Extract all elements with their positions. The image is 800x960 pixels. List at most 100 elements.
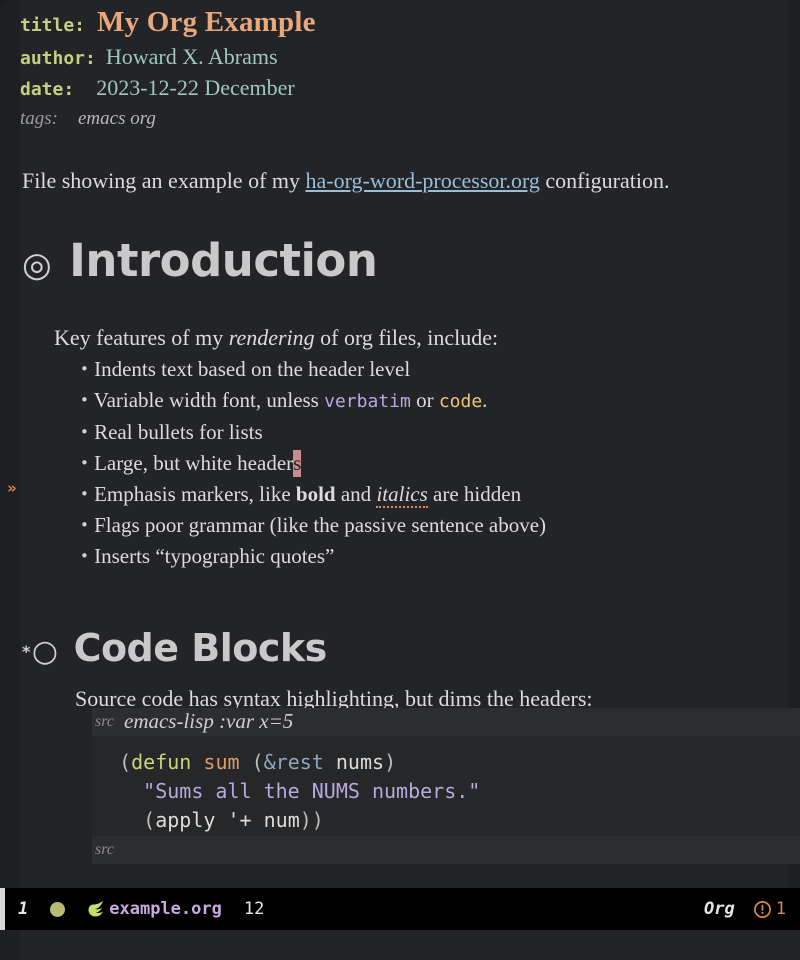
code-token: "Sums all the NUMS numbers." <box>143 779 481 803</box>
src-begin-band: src emacs-lisp :var x=5 <box>92 708 800 736</box>
document-date: 2023-12-22 December <box>96 75 295 100</box>
code-token: defun <box>131 750 192 774</box>
code-token: apply <box>155 808 216 832</box>
lead-italic: rendering <box>228 325 315 350</box>
code-line: "Sums all the NUMS numbers." <box>95 779 480 803</box>
list-bullet-icon: • <box>80 423 89 441</box>
mode-line-position: 1 <box>18 899 29 919</box>
list-item: • Indents text based on the header level <box>80 357 410 382</box>
keyword-key-tags: tags: <box>20 108 58 129</box>
intro-lead-line: Key features of my rendering of org file… <box>54 325 498 351</box>
keyword-key-date: date: <box>20 79 75 100</box>
keyword-line-author: author: Howard X. Abrams <box>20 44 278 70</box>
heading-stars: * <box>22 642 30 661</box>
keyword-line-tags: tags: emacs org <box>20 108 156 130</box>
heading-bullet-icon: ◎ <box>22 245 52 285</box>
list-item: • Real bullets for lists <box>80 420 263 445</box>
list-item-text: Emphasis markers, like <box>94 482 296 506</box>
mode-line-buffer-name[interactable]: example.org <box>109 899 222 919</box>
intro-text-before: File showing an example of my <box>22 168 306 193</box>
code-token: nums <box>335 750 385 774</box>
list-bullet-icon: • <box>80 547 89 565</box>
list-item: • Variable width font, unless verbatim o… <box>80 388 487 413</box>
code-line: (defun sum (&rest nums) <box>95 750 396 774</box>
code-line: (apply '+ num)) <box>95 808 324 832</box>
list-item-text: Large, but white header <box>94 451 294 475</box>
list-item-text: Real bullets for lists <box>94 420 263 444</box>
heading-code-blocks[interactable]: *○ Code Blocks <box>22 626 327 670</box>
verbatim-text: verbatim <box>324 391 411 412</box>
bold-text: bold <box>295 482 336 506</box>
org-mode-icon <box>87 899 107 919</box>
src-begin-label: src <box>95 713 114 730</box>
mode-line-warnings[interactable]: 1 <box>753 899 786 919</box>
list-bullet-icon: • <box>80 391 89 409</box>
document-author: Howard X. Abrams <box>105 44 278 69</box>
code-token: &rest <box>263 750 324 774</box>
src-end-label: src <box>95 841 114 858</box>
mode-line-warning-count: 1 <box>775 899 786 919</box>
mode-line-line-number: 12 <box>243 899 265 919</box>
code-token: sum <box>203 750 240 774</box>
code-token: ) <box>384 750 397 774</box>
heading-introduction[interactable]: ◎ Introduction <box>22 234 378 287</box>
minibuffer-fringe <box>0 930 20 960</box>
heading-bullet-icon: ○ <box>31 634 58 669</box>
list-bullet-icon: • <box>80 485 89 503</box>
code-token: ( <box>119 750 132 774</box>
intro-paragraph: File showing an example of my ha-org-wor… <box>22 168 669 194</box>
left-fringe <box>0 0 20 888</box>
list-bullet-icon: • <box>80 454 89 472</box>
list-item-text: Indents text based on the header level <box>94 357 411 381</box>
list-item-mid: or <box>410 388 439 412</box>
heading-introduction-label: Introduction <box>69 234 378 287</box>
document-title: My Org Example <box>97 6 316 38</box>
document-tags: emacs org <box>78 108 156 129</box>
org-file-link[interactable]: ha-org-word-processor.org <box>306 168 540 193</box>
lead-part1: Key features of my <box>54 325 229 350</box>
list-item: • Flags poor grammar (like the passive s… <box>80 513 546 538</box>
list-item-mid: and <box>335 482 377 506</box>
code-token: ( <box>143 808 156 832</box>
list-item: • Large, but white headers <box>80 450 302 477</box>
editor-window[interactable]: » title: My Org Example author: Howard X… <box>0 0 800 888</box>
list-item-tail: . <box>482 388 488 412</box>
continuation-marker-icon: » <box>7 479 17 497</box>
list-item-text: Inserts “typographic quotes” <box>94 544 335 568</box>
keyword-key-author: author: <box>20 48 96 69</box>
intro-text-after: configuration. <box>539 168 670 193</box>
list-item-tail: are hidden <box>427 482 522 506</box>
org-buffer[interactable]: title: My Org Example author: Howard X. … <box>20 0 800 888</box>
list-item-text: Variable width font, unless <box>93 388 325 412</box>
code-token: '+ <box>227 808 252 832</box>
mode-line-major-mode[interactable]: Org <box>704 899 735 919</box>
code-token: ( <box>239 750 264 774</box>
buffer-status-dot-icon <box>50 901 66 917</box>
src-end-band: src <box>92 836 800 864</box>
minibuffer[interactable] <box>0 930 800 960</box>
code-token: num <box>263 808 300 832</box>
italic-text: italics <box>376 482 428 508</box>
src-begin-args: emacs-lisp :var x=5 <box>124 709 294 733</box>
list-item: • Inserts “typographic quotes” <box>80 544 334 569</box>
keyword-key-title: title: <box>20 15 86 36</box>
list-item: • Emphasis markers, like bold and italic… <box>80 482 522 508</box>
code-token: )) <box>299 808 324 832</box>
lead-part2: of org files, include: <box>314 325 499 350</box>
list-bullet-icon: • <box>80 516 89 534</box>
heading-code-blocks-label: Code Blocks <box>73 626 328 670</box>
keyword-line-title: title: My Org Example <box>20 6 316 39</box>
emacs-frame: » title: My Org Example author: Howard X… <box>0 0 800 960</box>
code-text: code <box>438 391 483 412</box>
mode-line-edge <box>0 888 5 930</box>
text-cursor: s <box>293 450 302 477</box>
warning-circle-icon <box>753 900 771 918</box>
mode-line: 1 example.org 12 Org 1 <box>0 888 800 930</box>
